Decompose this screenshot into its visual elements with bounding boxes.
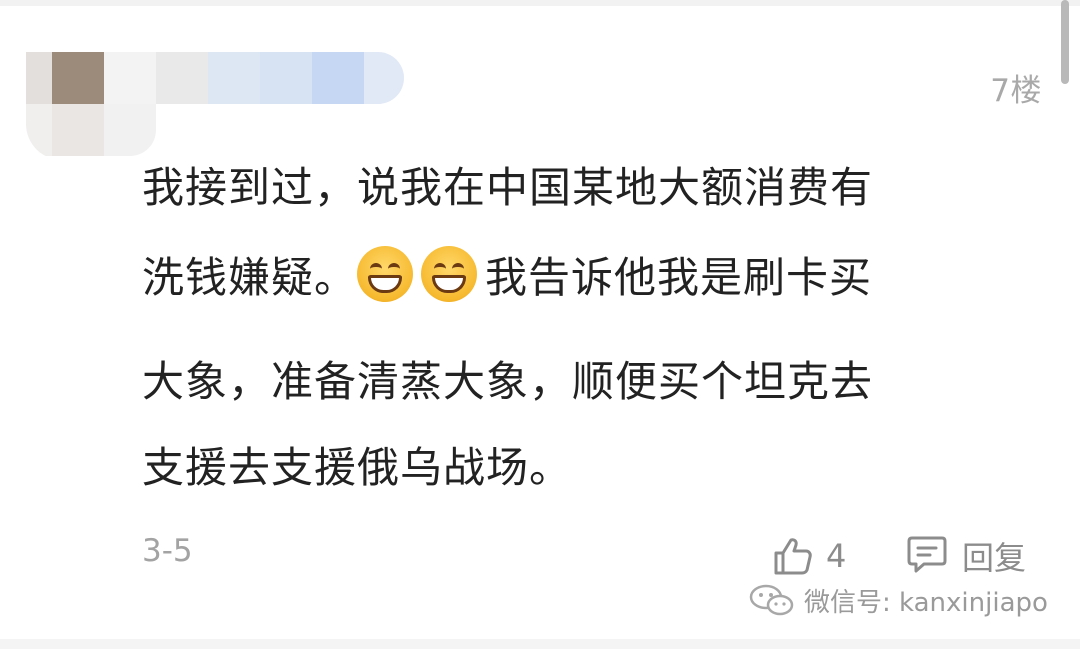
like-count: 4 xyxy=(826,537,847,575)
watermark: 微信号: kanxinjiapo xyxy=(748,582,1048,618)
grinning-face-emoji-icon xyxy=(357,246,414,302)
comment-line-3: 大象，准备清蒸大象，顺便买个坦克去 xyxy=(142,357,874,406)
wechat-icon xyxy=(748,583,804,617)
comment-line-2-tail: 我告诉他我是刷卡买 xyxy=(485,253,873,302)
username-blurred[interactable] xyxy=(104,52,404,104)
thumbs-up-icon xyxy=(772,535,814,577)
like-button[interactable]: 4 xyxy=(772,534,846,578)
comment-date: 3-5 xyxy=(142,533,193,569)
avatar-mosaic-tail xyxy=(104,104,156,156)
grinning-face-emoji-icon xyxy=(421,246,478,302)
reply-label: 回复 xyxy=(962,539,1027,577)
comment-line-2: 洗钱嫌疑。 我告诉他我是刷卡买 xyxy=(142,242,872,314)
comment-line-2-text: 洗钱嫌疑。 xyxy=(142,253,358,302)
comment-line-4: 支援去支援俄乌战场。 xyxy=(142,443,573,492)
watermark-text: 微信号: kanxinjiapo xyxy=(804,587,1048,618)
comment-card: 7楼 我接到过，说我在中国某地大额消费有 洗钱嫌疑。 我告诉他我是刷卡买 大象，准… xyxy=(0,0,1080,649)
floor-number: 7楼 xyxy=(990,73,1042,109)
comment-bubble-icon xyxy=(906,533,948,579)
bottom-divider xyxy=(0,639,1080,649)
reply-button[interactable]: 回复 xyxy=(906,534,1026,578)
avatar[interactable] xyxy=(26,52,104,160)
comment-line-1: 我接到过，说我在中国某地大额消费有 xyxy=(142,163,874,212)
top-divider xyxy=(0,0,1080,6)
scrollbar[interactable] xyxy=(1061,0,1069,84)
